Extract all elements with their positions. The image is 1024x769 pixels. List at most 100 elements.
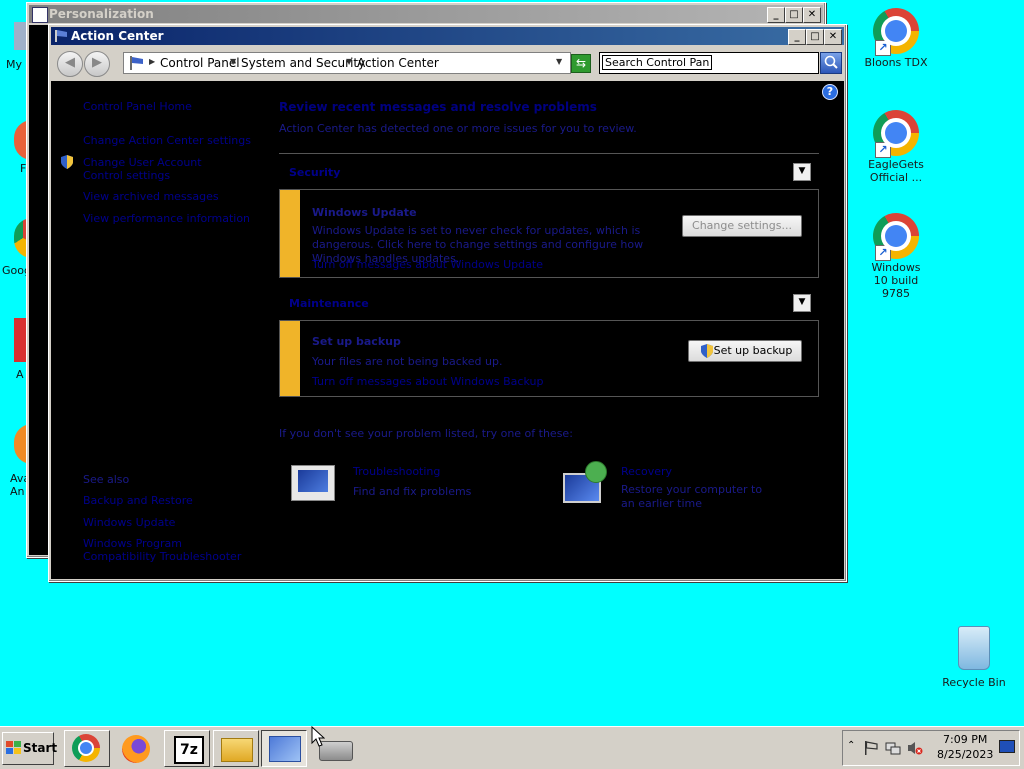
- maintenance-section-header[interactable]: Maintenance ▼: [279, 292, 819, 314]
- control-panel-home-link[interactable]: Control Panel Home: [83, 100, 192, 113]
- close-button[interactable]: ✕: [803, 7, 821, 23]
- desktop-icon-eaglegets[interactable]: ↗ EagleGets Official ...: [860, 110, 932, 184]
- backup-and-restore-link[interactable]: Backup and Restore: [83, 494, 193, 507]
- search-input[interactable]: [602, 55, 712, 70]
- page-subheading: Action Center has detected one or more i…: [279, 122, 637, 135]
- set-up-backup-button[interactable]: Set up backup: [688, 340, 802, 362]
- close-button[interactable]: ✕: [824, 29, 842, 45]
- action-center-flag-icon[interactable]: [863, 740, 879, 756]
- minimize-button[interactable]: _: [788, 29, 806, 45]
- windows-update-message: Windows Update Windows Update is set to …: [279, 189, 819, 278]
- search-icon[interactable]: [820, 52, 842, 74]
- change-uac-settings-link[interactable]: Change User Account Control settings: [83, 156, 233, 182]
- troubleshooting-desc: Find and fix problems: [353, 485, 472, 498]
- backup-message: Set up backup Your files are not being b…: [279, 320, 819, 397]
- security-section-header[interactable]: Security ▼: [279, 161, 819, 183]
- desktop-icon-label: Windows 10 build 9785: [871, 261, 921, 300]
- change-action-center-settings-link[interactable]: Change Action Center settings: [83, 134, 251, 147]
- breadcrumb-action-center[interactable]: Action Center: [357, 56, 439, 70]
- action-center-window[interactable]: Action Center _ □ ✕ ◀ ▶ ▶ Control Panel …: [48, 24, 847, 582]
- chrome-icon: ↗: [873, 213, 919, 261]
- control-panel-icon: [269, 736, 301, 762]
- address-bar[interactable]: ▶ Control Panel ▼ System and Security ▼ …: [123, 52, 571, 74]
- windows-update-link[interactable]: Windows Update: [83, 516, 175, 529]
- message-title[interactable]: Windows Update: [312, 206, 417, 219]
- taskbar: Start 7z ⌃ 7:09 PM 8/25/2023: [0, 726, 1024, 769]
- 7zip-icon: 7z: [174, 736, 204, 764]
- chrome-icon: ↗: [873, 110, 919, 158]
- turn-off-backup-messages-link[interactable]: Turn off messages about Windows Backup: [312, 375, 543, 388]
- back-button[interactable]: ◀: [57, 51, 83, 77]
- desktop-icon-recycle-bin[interactable]: Recycle Bin: [938, 626, 1010, 689]
- recovery-icon: [561, 461, 607, 505]
- help-icon[interactable]: ?: [822, 84, 838, 100]
- warning-color-bar: [280, 190, 300, 277]
- start-label: Start: [23, 741, 58, 755]
- view-performance-information-link[interactable]: View performance information: [83, 212, 250, 225]
- recovery-clock: [585, 461, 607, 483]
- start-button[interactable]: Start: [2, 732, 58, 765]
- clock-date[interactable]: 8/25/2023: [937, 748, 993, 761]
- troubleshooting-tool[interactable]: Troubleshooting Find and fix problems: [291, 461, 511, 507]
- recovery-tool[interactable]: Recovery Restore your computer to an ear…: [561, 459, 797, 515]
- program-compatibility-link[interactable]: Windows Program Compatibility Troublesho…: [83, 537, 243, 563]
- system-tray: ⌃ 7:09 PM 8/25/2023: [842, 730, 1020, 766]
- warning-color-bar: [280, 321, 300, 396]
- action-center-titlebar[interactable]: Action Center _ □ ✕: [51, 27, 844, 45]
- task-pane: Control Panel Home Change Action Center …: [51, 81, 271, 579]
- uac-shield-icon: [701, 344, 713, 358]
- maintenance-expand-button[interactable]: ▼: [793, 294, 811, 312]
- maximize-button[interactable]: □: [785, 7, 803, 23]
- turn-off-update-messages-link[interactable]: Turn off messages about Windows Update: [312, 258, 543, 271]
- taskbar-control-panel[interactable]: [261, 730, 307, 767]
- show-desktop-icon[interactable]: [999, 740, 1015, 753]
- recovery-link[interactable]: Recovery: [621, 465, 672, 478]
- message-text: Your files are not being backed up.: [312, 355, 503, 368]
- forward-button[interactable]: ▶: [84, 51, 110, 77]
- minimize-button[interactable]: _: [767, 7, 785, 23]
- window-title: Action Center: [71, 29, 164, 43]
- breadcrumb-separator-icon: ▶: [149, 57, 156, 66]
- recovery-desc: Restore your computer to an earlier time: [621, 483, 763, 510]
- content-area: ? Control Panel Home Change Action Cente…: [51, 81, 844, 579]
- clock-time[interactable]: 7:09 PM: [943, 733, 987, 746]
- troubleshooting-link[interactable]: Troubleshooting: [353, 465, 440, 478]
- chrome-icon-center: [80, 742, 92, 754]
- desktop-icon-windows-10[interactable]: ↗ Windows 10 build 9785: [860, 213, 932, 300]
- troubleshooting-screen: [298, 470, 328, 492]
- refresh-button[interactable]: ⇆: [571, 54, 591, 73]
- view-archived-messages-link[interactable]: View archived messages: [83, 190, 219, 203]
- desktop-icon-label: Bloons TDX: [864, 56, 928, 69]
- see-also-heading: See also: [83, 473, 130, 486]
- chrome-icon: ↗: [873, 8, 919, 56]
- folder-icon: [221, 738, 253, 762]
- show-hidden-icons-icon[interactable]: ⌃: [847, 740, 855, 751]
- taskbar-file-explorer[interactable]: [213, 730, 259, 767]
- control-panel-flag-icon: [130, 56, 143, 70]
- maximize-button[interactable]: □: [806, 29, 824, 45]
- chevron-down-icon[interactable]: ▼: [230, 57, 236, 66]
- security-expand-button[interactable]: ▼: [793, 163, 811, 181]
- chrome-icon: [72, 734, 100, 762]
- taskbar-7zip[interactable]: 7z: [164, 730, 210, 767]
- personalization-window-icon: [32, 7, 48, 23]
- network-icon[interactable]: [885, 740, 901, 756]
- taskbar-chrome[interactable]: [64, 730, 110, 767]
- chevron-down-icon[interactable]: ▼: [346, 57, 352, 66]
- shortcut-arrow-icon: ↗: [875, 245, 891, 261]
- change-settings-button[interactable]: Change settings...: [682, 215, 802, 237]
- recycle-bin-icon: [958, 626, 990, 670]
- breadcrumb-control-panel[interactable]: Control Panel: [160, 56, 240, 70]
- personalization-titlebar[interactable]: Personalization _ □ ✕: [29, 5, 823, 23]
- navigation-bar: ◀ ▶ ▶ Control Panel ▼ System and Securit…: [51, 47, 844, 79]
- window-title: Personalization: [49, 7, 154, 21]
- desktop-icon-bloons-tdx[interactable]: ↗ Bloons TDX: [860, 8, 932, 69]
- taskbar-firefox[interactable]: [113, 730, 159, 767]
- maintenance-section-title: Maintenance: [289, 297, 369, 310]
- address-dropdown-icon[interactable]: ▼: [556, 57, 562, 66]
- message-title[interactable]: Set up backup: [312, 335, 401, 348]
- windows-logo-icon: [6, 741, 21, 754]
- volume-muted-icon[interactable]: [907, 740, 923, 756]
- page-heading: Review recent messages and resolve probl…: [279, 100, 597, 114]
- search-box[interactable]: [599, 52, 819, 74]
